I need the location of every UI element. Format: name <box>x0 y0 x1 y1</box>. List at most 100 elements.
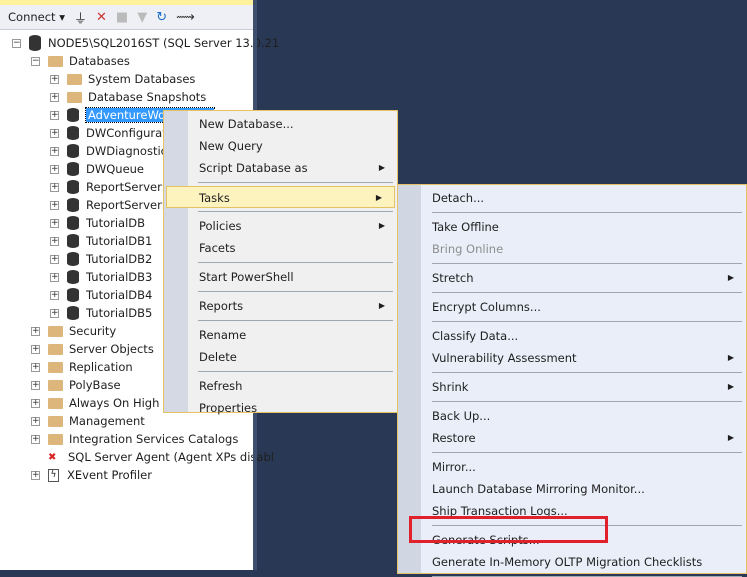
menu-item-detach[interactable]: Detach... <box>398 187 746 209</box>
expand-toggle-icon[interactable]: + <box>31 362 40 372</box>
expand-toggle-icon[interactable]: + <box>50 128 59 138</box>
mirror-label: Mirror... <box>432 460 476 474</box>
expand-toggle-icon[interactable]: − <box>12 38 21 48</box>
menu-item-launch-database-mirroring-monitor[interactable]: Launch Database Mirroring Monitor... <box>398 478 746 500</box>
menu-item-take-offline[interactable]: Take Offline <box>398 216 746 238</box>
tree-item-label: XEvent Profiler <box>67 468 152 482</box>
tree-item-database[interactable]: + TutorialDB2 <box>50 250 152 268</box>
expand-toggle-icon[interactable]: + <box>31 416 40 426</box>
tree-item-xevent-profiler[interactable]: + ϟ XEvent Profiler <box>31 466 152 484</box>
tree-item-database[interactable]: + TutorialDB4 <box>50 286 152 304</box>
tree-item-label: TutorialDB2 <box>86 252 153 266</box>
menu-item-back-up[interactable]: Back Up... <box>398 405 746 427</box>
filter-icon[interactable]: ▼ <box>137 10 147 25</box>
tree-item-folder[interactable]: + Integration Services Catalogs <box>31 430 238 448</box>
tree-item-folder[interactable]: + Server Objects <box>31 340 154 358</box>
expand-toggle-icon[interactable]: + <box>50 74 59 84</box>
connect-button[interactable]: Connect ▾ <box>8 10 65 24</box>
activity-monitor-icon[interactable]: ⟿ <box>176 10 195 25</box>
tree-item-database[interactable]: + DWDiagnostics <box>50 142 173 160</box>
tasks-label: Tasks <box>199 191 230 205</box>
menu-separator <box>198 371 393 372</box>
expand-toggle-icon[interactable]: + <box>50 236 59 246</box>
take-offline-label: Take Offline <box>432 220 499 234</box>
menu-separator <box>198 182 393 183</box>
expand-toggle-icon[interactable]: + <box>50 290 59 300</box>
tree-item-databases[interactable]: − Databases <box>31 52 130 70</box>
expand-toggle-icon[interactable]: + <box>50 272 59 282</box>
new-query-label: New Query <box>199 139 263 153</box>
menu-item-new-query[interactable]: New Query <box>164 135 397 157</box>
expand-toggle-icon[interactable]: + <box>50 182 59 192</box>
expand-toggle-icon[interactable]: + <box>50 218 59 228</box>
tree-item-database[interactable]: + ReportServer$S <box>50 178 176 196</box>
menu-item-classify-data[interactable]: Classify Data... <box>398 325 746 347</box>
stop-icon[interactable]: ■ <box>116 10 128 25</box>
expand-toggle-icon[interactable]: + <box>31 434 40 444</box>
tree-item-database[interactable]: + DWConfigurat <box>50 124 167 142</box>
menu-item-new-database[interactable]: New Database... <box>164 113 397 135</box>
menu-item-tasks[interactable]: Tasks ▶ <box>166 186 395 208</box>
menu-item-restore[interactable]: Restore ▶ <box>398 427 746 449</box>
delete-label: Delete <box>199 350 237 364</box>
tree-item-sql-agent[interactable]: ✖ SQL Server Agent (Agent XPs disabl <box>31 448 274 466</box>
menu-item-reports[interactable]: Reports ▶ <box>164 295 397 317</box>
bring-online-label: Bring Online <box>432 242 504 256</box>
expand-toggle-icon[interactable]: + <box>50 164 59 174</box>
folder-icon <box>48 343 63 355</box>
xevent-profiler-icon: ϟ <box>48 468 59 482</box>
tree-item-folder[interactable]: + Always On High A <box>31 394 171 412</box>
menu-item-delete[interactable]: Delete <box>164 346 397 368</box>
menu-item-vulnerability-assessment[interactable]: Vulnerability Assessment ▶ <box>398 347 746 369</box>
database-icon <box>67 252 79 266</box>
tree-item-database[interactable]: + TutorialDB5 <box>50 304 152 322</box>
submenu-arrow-icon: ▶ <box>375 193 382 202</box>
menu-item-facets[interactable]: Facets <box>164 237 397 259</box>
reports-label: Reports <box>199 299 244 313</box>
tree-item-database[interactable]: + ReportServer$S <box>50 196 176 214</box>
menu-item-script-database-as[interactable]: Script Database as ▶ <box>164 157 397 179</box>
agent-disabled-icon: ✖ <box>48 451 57 463</box>
database-icon <box>67 306 79 320</box>
tree-item-database[interactable]: + TutorialDB <box>50 214 145 232</box>
tree-item-database[interactable]: + TutorialDB1 <box>50 232 152 250</box>
tree-item-database[interactable]: + TutorialDB3 <box>50 268 152 286</box>
disconnect-icon[interactable]: ✕ <box>96 10 107 25</box>
menu-item-mirror[interactable]: Mirror... <box>398 456 746 478</box>
tree-item-server[interactable]: − NODE5\SQL2016ST (SQL Server 13.0.21 <box>12 34 279 52</box>
encrypt-columns-label: Encrypt Columns... <box>432 300 541 314</box>
menu-item-refresh[interactable]: Refresh <box>164 375 397 397</box>
submenu-arrow-icon: ▶ <box>727 273 734 282</box>
tree-item-label: Database Snapshots <box>88 90 207 104</box>
menu-item-shrink[interactable]: Shrink ▶ <box>398 376 746 398</box>
menu-item-start-powershell[interactable]: Start PowerShell <box>164 266 397 288</box>
expand-toggle-icon[interactable]: + <box>31 326 40 336</box>
expand-toggle-icon[interactable]: + <box>31 344 40 354</box>
expand-toggle-icon[interactable]: + <box>31 470 40 480</box>
expand-toggle-icon[interactable]: + <box>50 110 59 120</box>
expand-toggle-icon[interactable]: + <box>50 308 59 318</box>
tree-item-database[interactable]: + DWQueue <box>50 160 144 178</box>
expand-toggle-icon[interactable]: + <box>50 146 59 156</box>
expand-toggle-icon[interactable]: + <box>50 92 59 102</box>
expand-toggle-icon[interactable]: + <box>50 200 59 210</box>
menu-item-rename[interactable]: Rename <box>164 324 397 346</box>
tree-item-database[interactable]: + System Databases <box>50 70 195 88</box>
menu-item-encrypt-columns[interactable]: Encrypt Columns... <box>398 296 746 318</box>
tree-item-folder[interactable]: + Security <box>31 322 116 340</box>
expand-toggle-icon[interactable]: + <box>50 254 59 264</box>
menu-item-policies[interactable]: Policies ▶ <box>164 215 397 237</box>
tree-item-folder[interactable]: + Replication <box>31 358 133 376</box>
tree-item-folder[interactable]: + Management <box>31 412 145 430</box>
tree-item-folder[interactable]: + PolyBase <box>31 376 121 394</box>
expand-toggle-icon[interactable]: + <box>31 398 40 408</box>
menu-item-stretch[interactable]: Stretch ▶ <box>398 267 746 289</box>
expand-toggle-icon[interactable]: − <box>31 56 40 66</box>
menu-item-properties[interactable]: Properties <box>164 397 397 419</box>
tree-item-database[interactable]: + Database Snapshots <box>50 88 206 106</box>
refresh-icon[interactable]: ↻ <box>156 10 167 25</box>
menu-separator <box>198 211 393 212</box>
connect-plug-icon[interactable]: ⏚ <box>74 8 87 27</box>
expand-toggle-icon[interactable]: + <box>31 380 40 390</box>
menu-separator <box>198 262 393 263</box>
